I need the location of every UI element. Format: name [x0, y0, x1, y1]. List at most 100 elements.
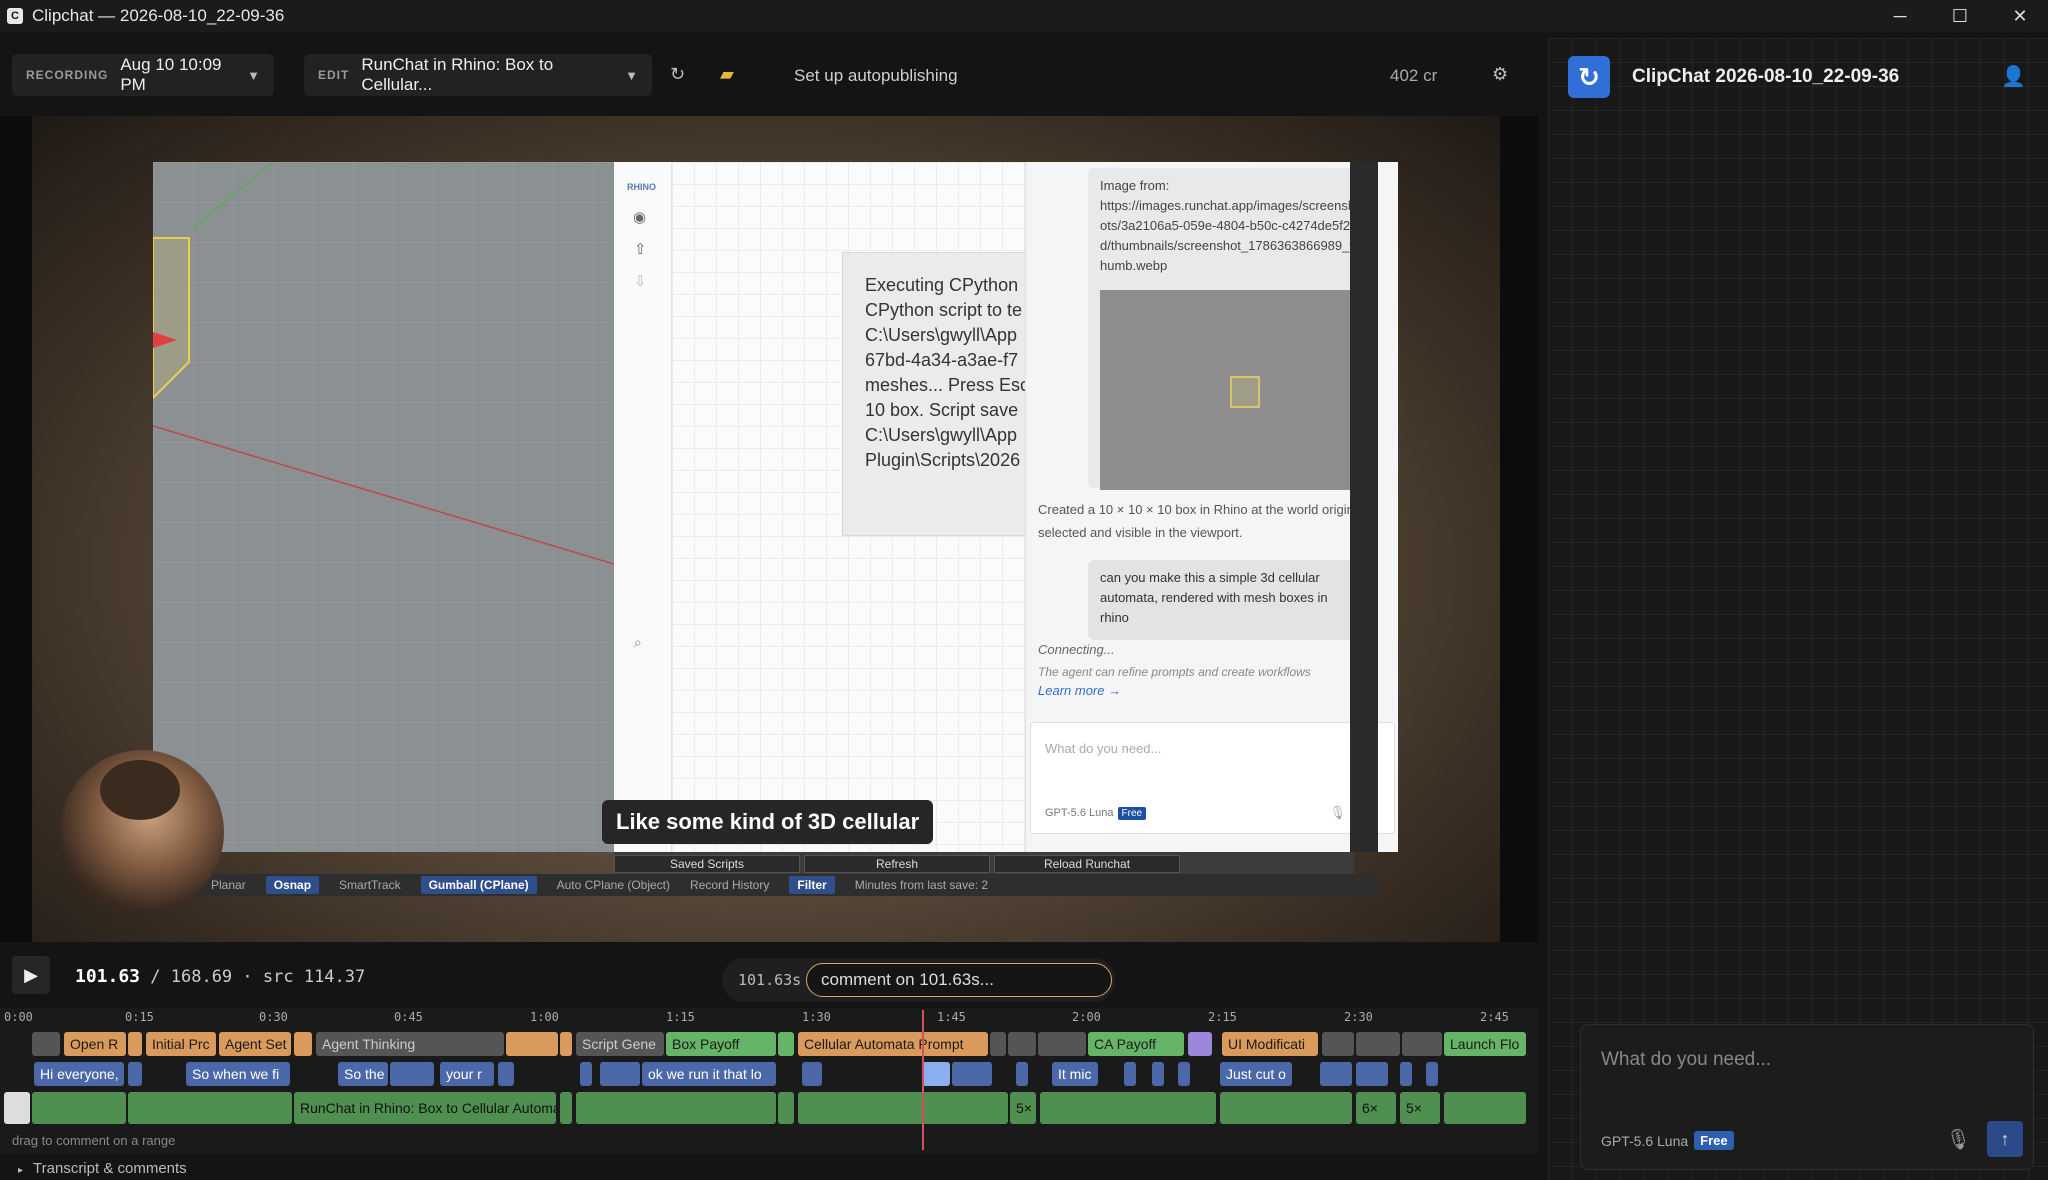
download-icon[interactable]: ⇩	[634, 272, 647, 290]
chapter-clip[interactable]: Agent Thinking	[316, 1032, 504, 1056]
model-selector[interactable]: GPT-5.6 Luna Free	[1601, 1131, 1734, 1150]
chapter-clip[interactable]	[32, 1032, 60, 1056]
playhead[interactable]	[922, 1010, 924, 1150]
zoom-icon[interactable]: ⌕	[634, 634, 642, 651]
video-player[interactable]: RHINO ◉ ⇧ ⇩ ⌕ Executing CPython CPython …	[0, 116, 1538, 942]
exec-line: C:\Users\gwyll\App	[865, 325, 1018, 345]
video-clip[interactable]: RunChat in Rhino: Box to Cellular Automa…	[294, 1092, 556, 1124]
caption-clip[interactable]	[498, 1062, 514, 1086]
model-name: GPT-5.6 Luna	[1601, 1132, 1689, 1149]
chapter-clip[interactable]	[506, 1032, 558, 1056]
chapter-clip[interactable]: Cellular Automata Prompt	[798, 1032, 988, 1056]
status-smarttrack: SmartTrack	[339, 878, 401, 892]
minimize-icon[interactable]: ─	[1870, 0, 1930, 32]
rhino-right-rail	[1350, 162, 1378, 852]
caption-clip[interactable]	[390, 1062, 434, 1086]
caption-clip[interactable]: Just cut o	[1220, 1062, 1292, 1086]
caption-clip[interactable]	[1426, 1062, 1438, 1086]
caption-clip[interactable]	[802, 1062, 822, 1086]
chapter-clip[interactable]	[778, 1032, 794, 1056]
timeline[interactable]: 0:00 0:15 0:30 0:45 1:00 1:15 1:30 1:45 …	[0, 1008, 1538, 1154]
comment-bar: 101.63s comment on 101.63s...	[722, 958, 1115, 1002]
caption-clip[interactable]	[1016, 1062, 1028, 1086]
panel-input-placeholder: What do you need...	[1045, 741, 1162, 756]
track-handle[interactable]	[4, 1092, 30, 1124]
chapter-clip[interactable]: Box Payoff	[666, 1032, 776, 1056]
chapter-clip[interactable]	[990, 1032, 1006, 1056]
play-icon[interactable]: ▶	[12, 956, 50, 994]
caption-clip[interactable]	[128, 1062, 142, 1086]
video-clip[interactable]	[1444, 1092, 1526, 1124]
recording-select[interactable]: RECORDING Aug 10 10:09 PM ▼	[12, 54, 274, 96]
video-clip[interactable]	[560, 1092, 572, 1124]
speed-clip[interactable]: 6×	[1356, 1092, 1396, 1124]
video-clip[interactable]	[128, 1092, 292, 1124]
reload-runchat-button[interactable]: Reload Runchat	[994, 855, 1180, 873]
chapter-clip[interactable]	[1188, 1032, 1212, 1056]
caption-clip[interactable]: So the	[338, 1062, 388, 1086]
refresh-icon[interactable]: ↻	[670, 64, 685, 85]
user-icon[interactable]: 👤	[2001, 64, 2026, 89]
close-icon[interactable]: ✕	[1990, 0, 2048, 32]
chapter-clip[interactable]	[1008, 1032, 1036, 1056]
tick-label: 2:30	[1344, 1010, 1373, 1024]
transcript-toggle[interactable]: ▸ Transcript & comments	[18, 1160, 187, 1177]
chapter-clip[interactable]	[1356, 1032, 1400, 1056]
send-arrow-icon[interactable]: ↑	[1987, 1121, 2023, 1157]
chat-input[interactable]: What do you need... GPT-5.6 Luna Free 🎙 …	[1580, 1024, 2034, 1170]
camera-icon[interactable]: ◉	[633, 208, 646, 226]
mic-icon[interactable]: 🎙	[1329, 805, 1346, 821]
video-clip[interactable]	[1220, 1092, 1352, 1124]
comment-time: 101.63s	[738, 971, 802, 989]
caption-clip[interactable]	[1124, 1062, 1136, 1086]
comment-input[interactable]: comment on 101.63s...	[806, 963, 1112, 997]
chapter-clip[interactable]: Launch Flo	[1444, 1032, 1526, 1056]
video-clip[interactable]	[32, 1092, 126, 1124]
caption-clip[interactable]	[952, 1062, 992, 1086]
chapter-clip[interactable]	[294, 1032, 312, 1056]
caption-clip[interactable]	[1356, 1062, 1388, 1086]
caption-clip[interactable]	[580, 1062, 592, 1086]
refresh-button[interactable]: Refresh	[804, 855, 990, 873]
saved-scripts-button[interactable]: Saved Scripts	[614, 855, 800, 873]
caption-clip[interactable]: ok we run it that lo	[642, 1062, 776, 1086]
upload-icon[interactable]: ⇧	[634, 240, 647, 258]
caption-clip[interactable]: So when we fi	[186, 1062, 290, 1086]
caption-clip[interactable]	[1152, 1062, 1164, 1086]
chapter-clip[interactable]: CA Payoff	[1088, 1032, 1184, 1056]
video-clip[interactable]	[576, 1092, 776, 1124]
panel-input[interactable]: What do you need... GPT-5.6 Luna Free 🎙	[1030, 722, 1395, 834]
folder-icon[interactable]: ▰	[720, 64, 734, 85]
video-clip[interactable]	[798, 1092, 1008, 1124]
chapter-clip[interactable]	[128, 1032, 142, 1056]
chapter-clip[interactable]: Initial Prc	[146, 1032, 216, 1056]
chapter-clip[interactable]	[1322, 1032, 1354, 1056]
caption-clip[interactable]	[1178, 1062, 1190, 1086]
caption-clip[interactable]	[1400, 1062, 1412, 1086]
chapter-clip[interactable]	[560, 1032, 572, 1056]
caption-clip[interactable]	[1320, 1062, 1352, 1086]
caption-clip[interactable]: Hi everyone,	[34, 1062, 124, 1086]
video-clip[interactable]	[1040, 1092, 1216, 1124]
maximize-icon[interactable]: ☐	[1930, 0, 1990, 32]
chapter-clip[interactable]	[1402, 1032, 1442, 1056]
autopublish-link[interactable]: Set up autopublishing	[794, 66, 958, 86]
caption-clip[interactable]: your r	[440, 1062, 494, 1086]
status-gumball: Gumball (CPlane)	[420, 876, 537, 894]
learn-more-link[interactable]: Learn more →	[1038, 683, 1121, 698]
edit-select[interactable]: EDIT RunChat in Rhino: Box to Cellular..…	[304, 54, 652, 96]
chapter-clip[interactable]: Open R	[64, 1032, 126, 1056]
caption-clip[interactable]: It mic	[1052, 1062, 1098, 1086]
tick-label: 1:15	[666, 1010, 695, 1024]
video-clip[interactable]	[778, 1092, 794, 1124]
speed-clip[interactable]: 5×	[1010, 1092, 1036, 1124]
mic-icon[interactable]: 🎙	[1946, 1127, 1971, 1152]
chapter-clip[interactable]: Agent Set	[219, 1032, 291, 1056]
caption-clip[interactable]	[922, 1062, 950, 1086]
chapter-clip[interactable]: UI Modificati	[1222, 1032, 1318, 1056]
gear-icon[interactable]: ⚙	[1492, 64, 1508, 85]
chapter-clip[interactable]: Script Gene	[576, 1032, 664, 1056]
chapter-clip[interactable]	[1038, 1032, 1086, 1056]
caption-clip[interactable]	[600, 1062, 640, 1086]
speed-clip[interactable]: 5×	[1400, 1092, 1440, 1124]
